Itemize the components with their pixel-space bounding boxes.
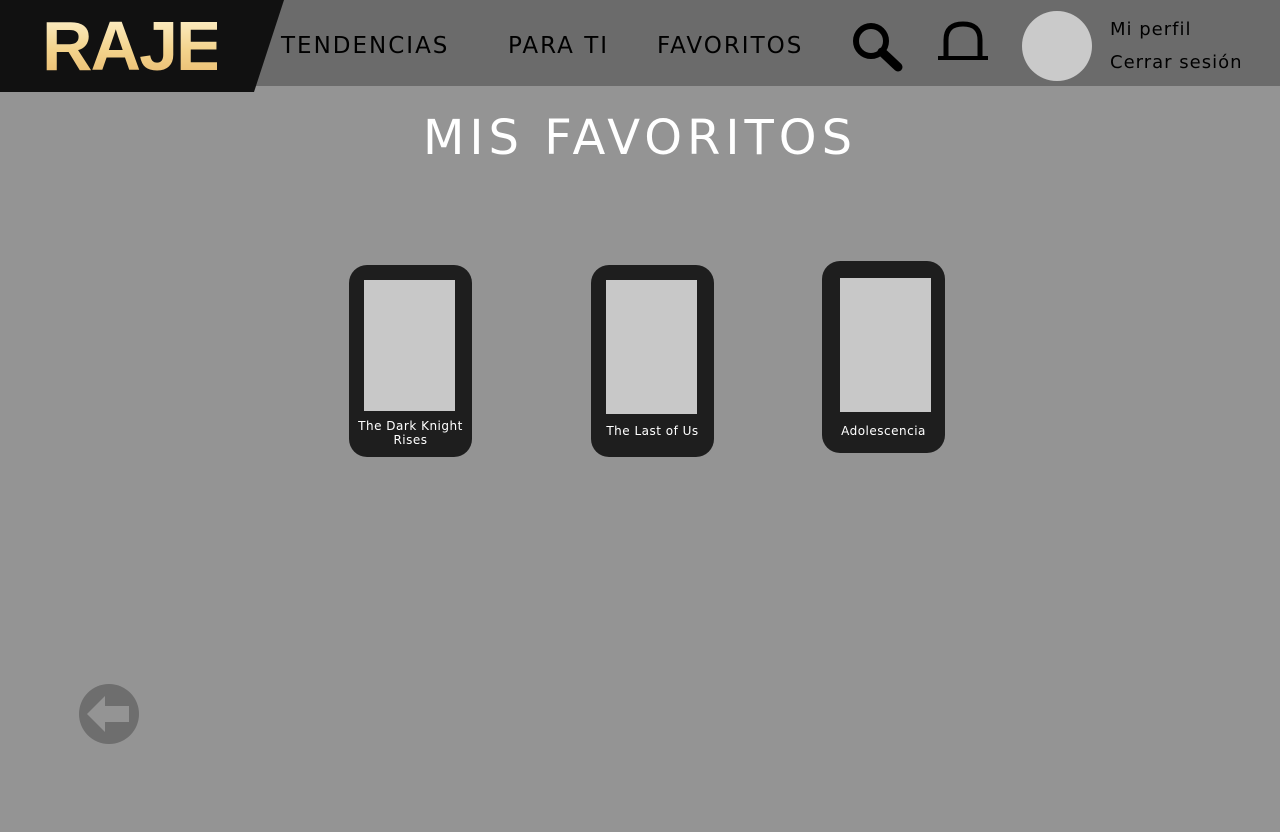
nav-tendencias[interactable]: TENDENCIAS	[281, 30, 449, 62]
card-title: Adolescencia	[841, 424, 926, 438]
nav-favoritos[interactable]: FAVORITOS	[657, 30, 803, 62]
favorite-card[interactable]: The Dark Knight Rises	[349, 265, 472, 457]
arrow-left-icon	[79, 684, 139, 744]
card-title: The Last of Us	[606, 424, 699, 438]
favorite-card[interactable]: Adolescencia	[822, 261, 945, 453]
search-icon[interactable]	[850, 20, 904, 74]
profile-link[interactable]: Mi perfil	[1110, 18, 1192, 42]
page-title: MIS FAVORITOS	[422, 110, 858, 166]
logout-link[interactable]: Cerrar sesión	[1110, 51, 1243, 75]
poster-image	[606, 280, 697, 414]
brand-logo[interactable]: RAJE	[42, 6, 223, 86]
back-button[interactable]	[79, 684, 139, 744]
poster-image	[840, 278, 931, 412]
bell-icon[interactable]	[936, 20, 990, 64]
poster-image	[364, 280, 455, 411]
avatar[interactable]	[1022, 11, 1092, 81]
card-title: The Dark Knight Rises	[358, 419, 463, 447]
favorite-card[interactable]: The Last of Us	[591, 265, 714, 457]
nav-para-ti[interactable]: PARA TI	[508, 30, 609, 62]
